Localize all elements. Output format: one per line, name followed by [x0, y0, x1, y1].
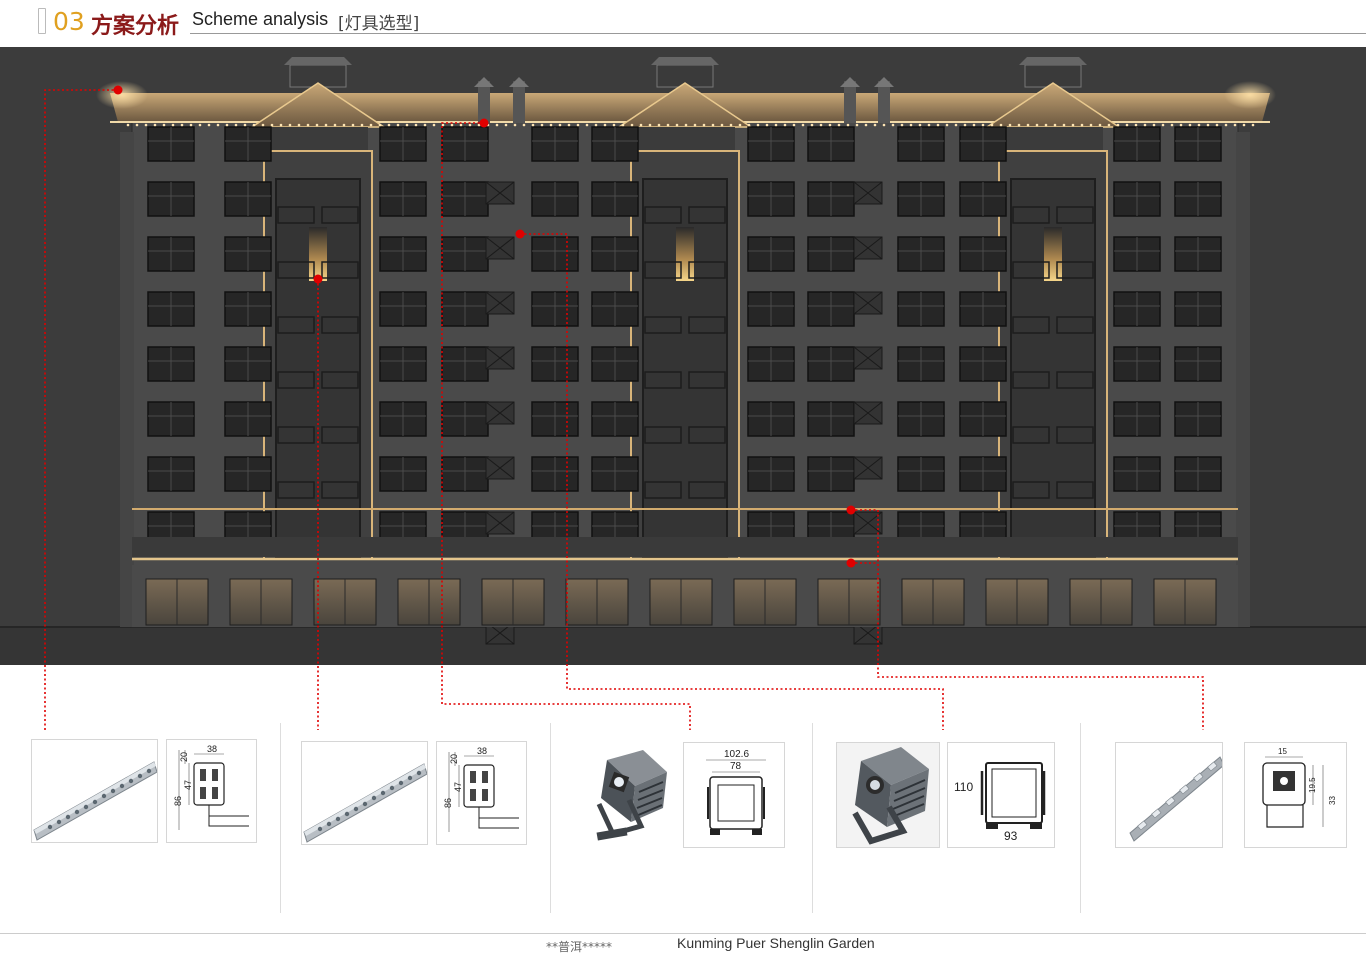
floodlight-drawing-large: 110 93: [947, 742, 1055, 848]
fixture-location-marker: [515, 229, 525, 239]
section-title-en: Scheme analysis: [192, 9, 329, 29]
fixture-location-marker: [113, 85, 123, 95]
linear-bar-icon: [1129, 756, 1222, 842]
fixture-location-marker: [846, 505, 856, 515]
linear-bar-icon: [33, 761, 157, 841]
dim-height-3: 86: [173, 796, 183, 806]
dim-width-inner: 78: [730, 761, 742, 772]
dim-height-2: 33: [1328, 796, 1337, 805]
leader-line-cornice: [44, 89, 118, 730]
dim-width: 38: [207, 744, 217, 754]
group-separator: [280, 723, 281, 913]
footer-project-en: Kunming Puer Shenglin Garden: [677, 935, 875, 951]
group-separator: [550, 723, 551, 913]
dim-width: 93: [1004, 829, 1018, 843]
linear-light-photo-b: [301, 741, 428, 845]
dim-width: 38: [477, 746, 487, 756]
section-drawing: 38 20 47 86: [173, 744, 249, 830]
linear-bar-icon: [303, 763, 427, 843]
leader-line-upper: [441, 122, 691, 730]
group-separator: [812, 723, 813, 913]
page-header: 03 方案分析 Scheme analysis [灯具选型]: [0, 0, 1366, 46]
section-drawing: 102.6 78: [706, 749, 766, 835]
section-drawing: 38 20 47 86: [443, 746, 519, 832]
section-drawing: 15 19.5 33: [1262, 747, 1337, 828]
section-drawing: 110 93: [954, 762, 1046, 843]
header-rule: [190, 33, 1366, 34]
dim-height-2: 47: [453, 782, 463, 792]
dim-height-1: 20: [449, 754, 459, 764]
slim-linear-drawing: 15 19.5 33: [1244, 742, 1347, 848]
page-footer: **普洱***** Kunming Puer Shenglin Garden: [0, 930, 1366, 966]
slim-linear-photo: [1115, 742, 1223, 848]
dim-width-outer: 102.6: [724, 749, 749, 760]
dim-height: 110: [954, 780, 973, 794]
linear-light-drawing-b: 38 20 47 86: [436, 741, 527, 845]
dim-height-3: 86: [443, 798, 453, 808]
linear-light-photo-a: [31, 739, 158, 843]
section-number: 03: [53, 7, 85, 36]
dim-height-2: 47: [183, 780, 193, 790]
dim-height-1: 19.5: [1308, 777, 1317, 793]
leader-line-mid: [520, 233, 944, 730]
facade-elevation-render: [0, 47, 1366, 730]
leader-lines: [44, 85, 1204, 730]
dim-width: 15: [1278, 747, 1287, 756]
floodlight-icon: [596, 750, 667, 841]
header-bracket-mark: [38, 8, 46, 34]
section-title-cn: 方案分析: [91, 14, 180, 39]
floodlight-icon: [837, 743, 939, 847]
floodlight-drawing-small: 102.6 78: [683, 742, 785, 848]
group-separator: [1080, 723, 1081, 913]
floodlight-photo-large: [836, 742, 940, 848]
fixture-location-marker: [846, 558, 856, 568]
footer-project-cn: **普洱*****: [546, 940, 613, 954]
fixture-location-marker: [313, 274, 323, 284]
footer-rule: [0, 933, 1366, 934]
fixture-location-marker: [479, 118, 489, 128]
section-subtitle: [灯具选型]: [338, 14, 420, 34]
dim-height-1: 20: [179, 752, 189, 762]
leader-line-podium: [851, 509, 1204, 730]
floodlight-photo-small: [579, 742, 675, 848]
linear-light-drawing-a: 38 20 47 86: [166, 739, 257, 843]
